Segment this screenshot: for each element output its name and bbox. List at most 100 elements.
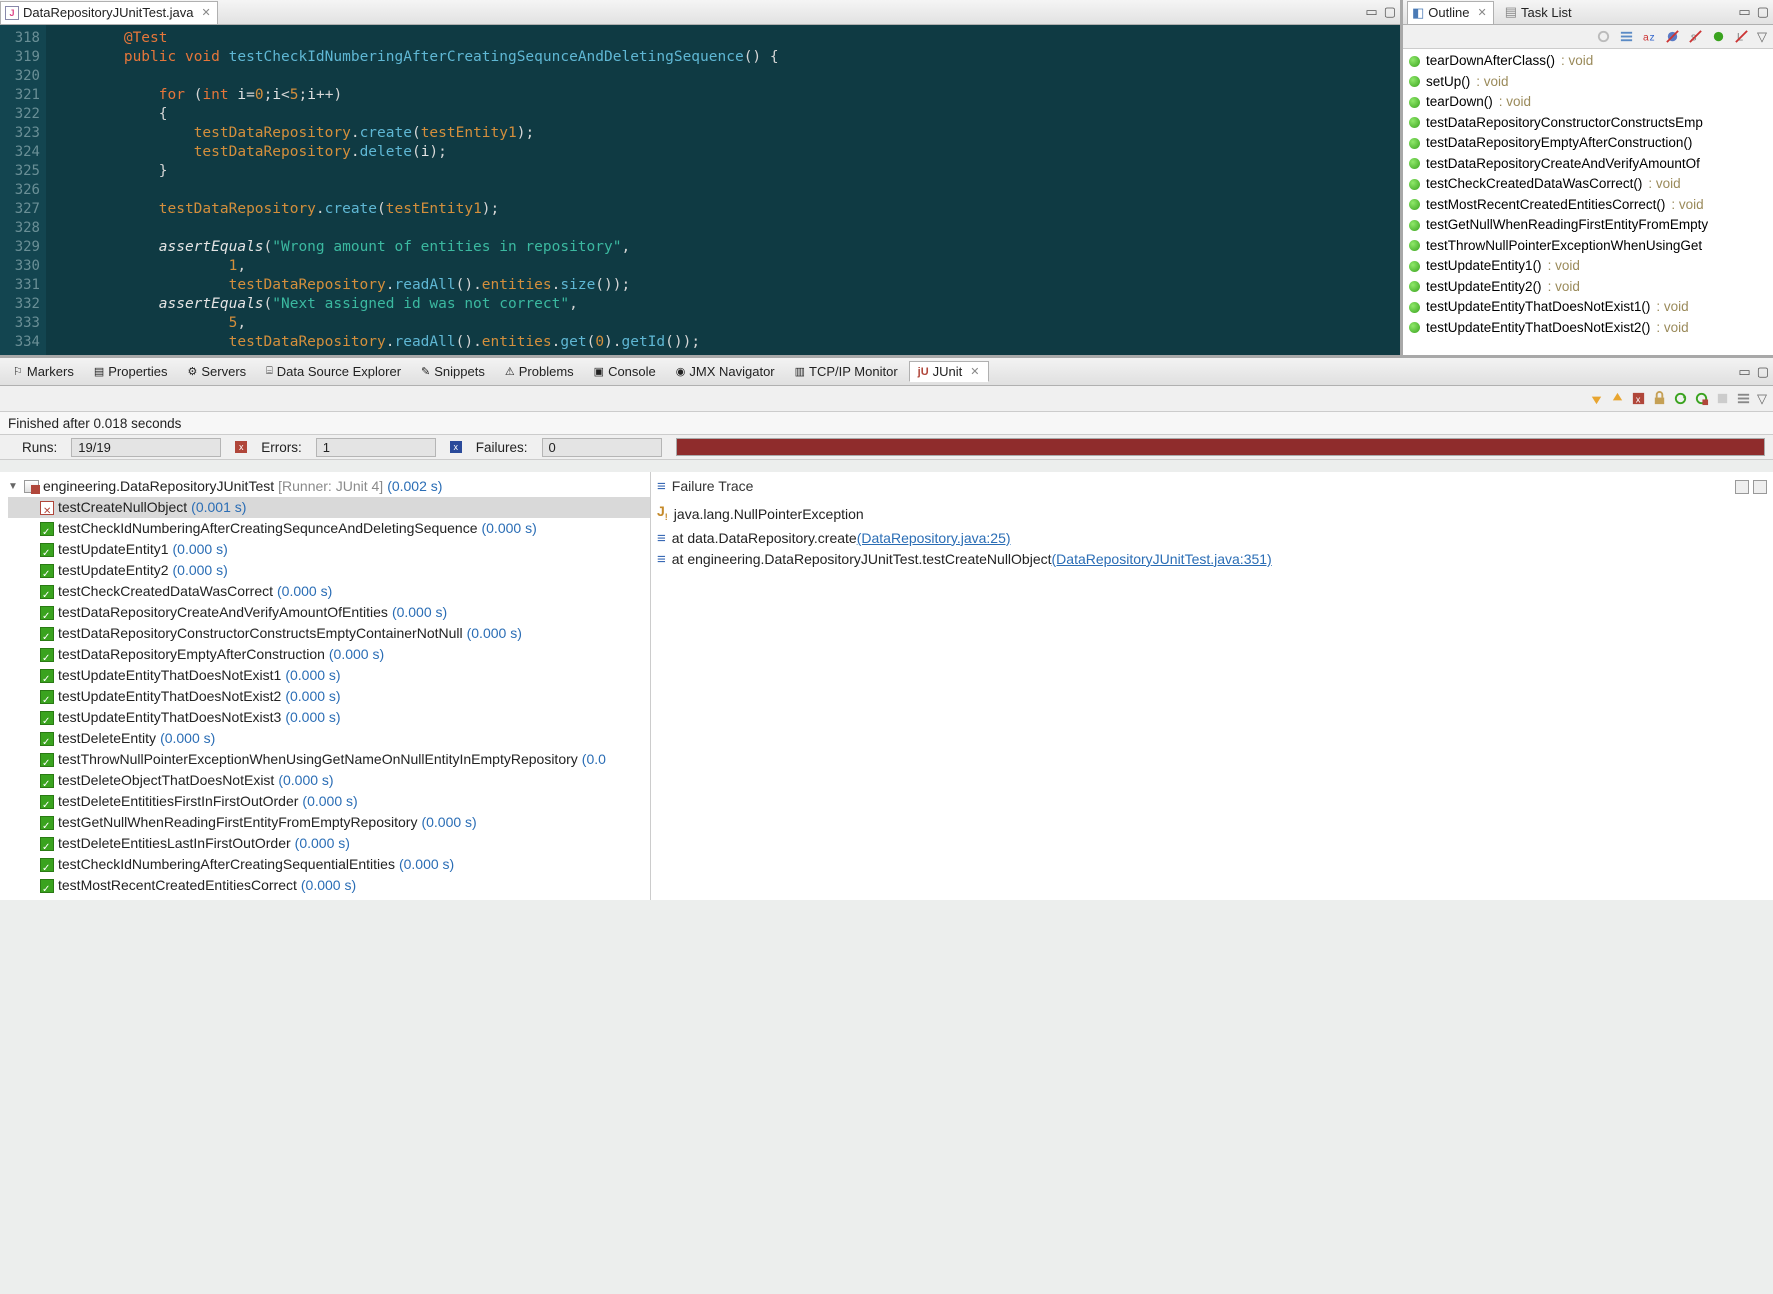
outline-item[interactable]: testDataRepositoryConstructorConstructsE… [1409,113,1773,134]
outline-tab-label: Outline [1428,5,1469,20]
outline-item[interactable]: testUpdateEntityThatDoesNotExist2() : vo… [1409,318,1773,339]
prev-failure-icon[interactable] [1610,391,1625,406]
snippets-icon: ✎ [421,365,430,378]
outline-tab[interactable]: ◧ Outline ✕ [1407,1,1494,24]
outline-item[interactable]: testGetNullWhenReadingFirstEntityFromEmp… [1409,215,1773,236]
view-tab-tcp-ip-monitor[interactable]: ▥ TCP/IP Monitor [786,361,907,382]
view-tab-console[interactable]: ▣ Console [585,361,665,382]
test-time: (0.000 s) [467,623,522,644]
junit-stats: Runs: 19/19 x Errors: 1 x Failures: 0 [0,434,1773,460]
error-icon: x [235,441,247,453]
pass-icon [40,753,54,767]
history-icon[interactable] [1736,391,1751,406]
trace-row[interactable]: J! java.lang.NullPointerException [657,501,1767,528]
view-tab-markers[interactable]: ⚐ Markers [4,361,83,382]
scroll-lock-icon[interactable] [1652,391,1667,406]
trace-row[interactable]: ≡ at engineering.DataRepositoryJUnitTest… [657,549,1767,570]
trace-row[interactable]: ≡ at data.DataRepository.create(DataRepo… [657,528,1767,549]
tasklist-tab[interactable]: ▤ Task List [1496,1,1581,24]
test-row[interactable]: testUpdateEntityThatDoesNotExist1 (0.000… [8,665,650,686]
outline-item[interactable]: testMostRecentCreatedEntitiesCorrect() :… [1409,195,1773,216]
code-area[interactable]: @Test public void testCheckIdNumberingAf… [46,25,1400,355]
outline-item[interactable]: testDataRepositoryEmptyAfterConstruction… [1409,133,1773,154]
test-row[interactable]: testDeleteEntitiesLastInFirstOutOrder (0… [8,833,650,854]
test-row[interactable]: testDataRepositoryCreateAndVerifyAmountO… [8,602,650,623]
test-row[interactable]: testDataRepositoryConstructorConstructsE… [8,623,650,644]
view-tab-jmx-navigator[interactable]: ◉ JMX Navigator [667,361,784,382]
test-row[interactable]: testCreateNullObject (0.001 s) [8,497,650,518]
test-row[interactable]: testCheckIdNumberingAfterCreatingSequnce… [8,518,650,539]
rerun-icon[interactable] [1673,391,1688,406]
test-row[interactable]: testCheckIdNumberingAfterCreatingSequent… [8,854,650,875]
outline-item[interactable]: tearDownAfterClass() : void [1409,51,1773,72]
view-tab-snippets[interactable]: ✎ Snippets [412,361,494,382]
outline-item[interactable]: testCheckCreatedDataWasCorrect() : void [1409,174,1773,195]
outline-item[interactable]: setUp() : void [1409,72,1773,93]
test-row[interactable]: testUpdateEntity2 (0.000 s) [8,560,650,581]
editor-tab[interactable]: J DataRepositoryJUnitTest.java ✕ [0,1,218,24]
test-row[interactable]: testDeleteObjectThatDoesNotExist (0.000 … [8,770,650,791]
test-time: (0.000 s) [302,791,357,812]
stack-frame-icon: ≡ [657,528,666,549]
test-row[interactable]: testUpdateEntityThatDoesNotExist2 (0.000… [8,686,650,707]
outline-item[interactable]: testUpdateEntity2() : void [1409,277,1773,298]
expand-icon[interactable]: ▼ [8,476,20,497]
test-row[interactable]: testUpdateEntityThatDoesNotExist3 (0.000… [8,707,650,728]
outline-list[interactable]: tearDownAfterClass() : void setUp() : vo… [1403,49,1773,355]
view-tab-data-source-explorer[interactable]: ⌸ Data Source Explorer [257,361,410,382]
test-row[interactable]: testDeleteEntititiesFirstInFirstOutOrder… [8,791,650,812]
hide-fields-icon[interactable] [1665,29,1680,44]
view-menu-icon[interactable]: ▽ [1757,391,1767,407]
editor-tabbar: J DataRepositoryJUnitTest.java ✕ ▭ ▢ [0,0,1400,25]
test-time: (0.000 s) [399,854,454,875]
method-name: testThrowNullPointerExceptionWhenUsingGe… [1426,236,1702,257]
test-row[interactable]: testMostRecentCreatedEntitiesCorrect (0.… [8,875,650,896]
test-row[interactable]: testCheckCreatedDataWasCorrect (0.000 s) [8,581,650,602]
outline-item[interactable]: testThrowNullPointerExceptionWhenUsingGe… [1409,236,1773,257]
test-row[interactable]: testGetNullWhenReadingFirstEntityFromEmp… [8,812,650,833]
compare-icon[interactable] [1735,480,1749,494]
test-row[interactable]: testDeleteEntity (0.000 s) [8,728,650,749]
view-tab-properties[interactable]: ▤ Properties [85,361,177,382]
outline-item[interactable]: testDataRepositoryCreateAndVerifyAmountO… [1409,154,1773,175]
sort-icon[interactable]: az [1642,29,1657,44]
hide-local-icon[interactable]: L [1734,29,1749,44]
view-tab-problems[interactable]: ⚠ Problems [496,361,583,382]
view-tab-servers[interactable]: ⚙ Servers [178,361,255,382]
view-menu-icon[interactable]: ▽ [1757,29,1767,45]
close-icon[interactable]: ✕ [1478,6,1487,19]
stop-icon[interactable] [1715,391,1730,406]
pass-icon [40,690,54,704]
outline-item[interactable]: testUpdateEntityThatDoesNotExist1() : vo… [1409,297,1773,318]
hide-nonpublic-icon[interactable] [1711,29,1726,44]
status-text: Finished after 0.018 seconds [8,416,181,431]
test-row[interactable]: testDataRepositoryEmptyAfterConstruction… [8,644,650,665]
close-icon[interactable]: ✕ [970,365,979,378]
view-tab-junit[interactable]: jU JUnit ✕ [909,361,989,382]
close-icon[interactable]: ✕ [202,6,211,19]
outline-item[interactable]: tearDown() : void [1409,92,1773,113]
focus-icon[interactable] [1596,29,1611,44]
test-tree[interactable]: ▼ engineering.DataRepositoryJUnitTest [R… [0,472,650,900]
minimize-icon[interactable]: ▭ [1738,364,1750,380]
test-suite-row[interactable]: ▼ engineering.DataRepositoryJUnitTest [R… [8,476,650,497]
maximize-icon[interactable]: ▢ [1757,364,1769,380]
hide-static-icon[interactable]: s [1688,29,1703,44]
rerun-failed-icon[interactable] [1694,391,1709,406]
method-name: testUpdateEntityThatDoesNotExist2() [1426,318,1650,339]
outline-item[interactable]: testUpdateEntity1() : void [1409,256,1773,277]
test-row[interactable]: testUpdateEntity1 (0.000 s) [8,539,650,560]
code-editor[interactable]: 3183193203213223233243253263273283293303… [0,25,1400,355]
show-failures-icon[interactable]: x [1631,391,1646,406]
minimize-icon[interactable]: ▭ [1738,4,1750,20]
collapse-icon[interactable] [1619,29,1634,44]
next-failure-icon[interactable] [1589,391,1604,406]
maximize-icon[interactable]: ▢ [1384,4,1396,20]
filter-trace-icon[interactable] [1753,480,1767,494]
maximize-icon[interactable]: ▢ [1757,4,1769,20]
minimize-icon[interactable]: ▭ [1365,4,1377,20]
test-row[interactable]: testThrowNullPointerExceptionWhenUsingGe… [8,749,650,770]
errors-value: 1 [316,438,436,457]
test-time: (0.000 s) [295,833,350,854]
method-name: testUpdateEntity1() [1426,256,1542,277]
